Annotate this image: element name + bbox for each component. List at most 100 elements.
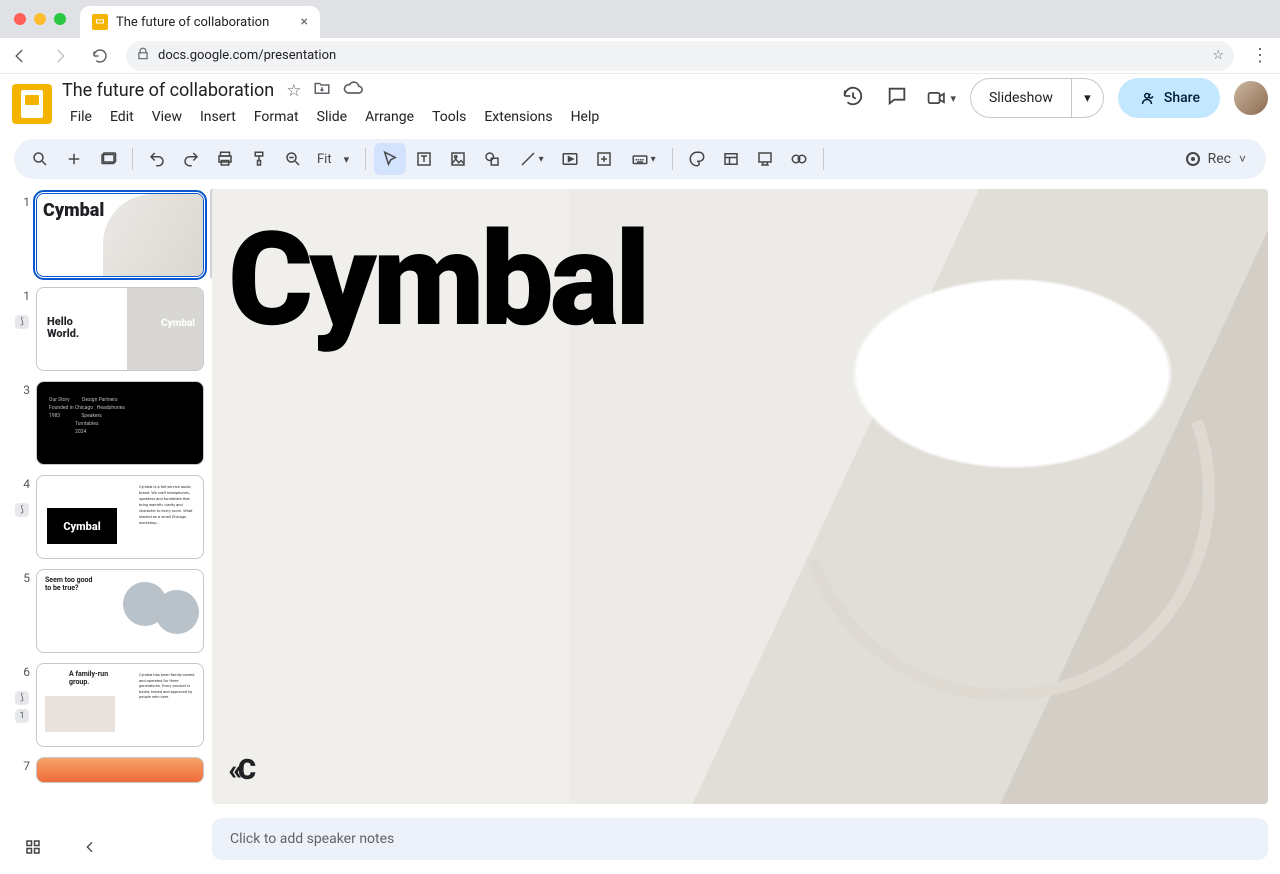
docbar: The future of collaboration ☆ FileEditVi… <box>0 74 1280 129</box>
insert-comment-button[interactable] <box>588 143 620 175</box>
redo-button[interactable] <box>175 143 207 175</box>
textbox-button[interactable] <box>408 143 440 175</box>
background-button[interactable] <box>681 143 713 175</box>
slide-title-text[interactable]: Cymbal <box>228 215 647 345</box>
link-badge-icon: ⟆ <box>15 691 29 705</box>
star-outline-icon[interactable]: ☆ <box>286 81 301 101</box>
toolbar-separator <box>365 148 366 170</box>
select-tool-button[interactable] <box>374 143 406 175</box>
slide-number: 7 <box>16 757 30 773</box>
chevron-down-icon: ˅ <box>1239 152 1246 166</box>
window-close-button[interactable] <box>14 13 26 25</box>
menu-tools[interactable]: Tools <box>424 105 474 129</box>
speaker-notes-input[interactable]: Click to add speaker notes <box>212 818 1268 860</box>
cloud-saved-icon[interactable] <box>343 78 363 103</box>
slide-logo-mark[interactable]: ‹‹C <box>228 753 252 786</box>
doc-header: The future of collaboration ☆ FileEditVi… <box>62 78 607 129</box>
theme-button[interactable] <box>749 143 781 175</box>
transition-button[interactable] <box>783 143 815 175</box>
insert-image-button[interactable] <box>442 143 474 175</box>
browser-menu-button[interactable]: ⋮ <box>1246 45 1274 66</box>
insert-shape-button[interactable] <box>476 143 508 175</box>
undo-button[interactable] <box>141 143 173 175</box>
chevron-down-icon: ▾ <box>344 153 350 166</box>
address-bar[interactable]: docs.google.com/presentation ☆ <box>126 41 1234 71</box>
slide-thumbnail[interactable]: 4⟆CymbalCymbal is a full-service audio b… <box>16 475 204 559</box>
paint-format-button[interactable] <box>243 143 275 175</box>
share-button[interactable]: Share <box>1118 78 1220 118</box>
thumbnail-canvas: Our Story Design Partners Founded in Chi… <box>36 381 204 465</box>
slide-thumbnail[interactable]: 3 Our Story Design Partners Founded in Ch… <box>16 381 204 465</box>
menu-bar: FileEditViewInsertFormatSlideArrangeTool… <box>62 105 607 129</box>
collapse-filmstrip-button[interactable] <box>82 839 98 859</box>
address-url: docs.google.com/presentation <box>158 48 336 63</box>
toolbar-separator <box>823 148 824 170</box>
menu-extensions[interactable]: Extensions <box>476 105 560 129</box>
slide-thumbnail[interactable]: 7 <box>16 757 204 783</box>
slide-thumbnail[interactable]: 1⟆HelloWorld.Cymbal <box>16 287 204 371</box>
slideshow-more-button[interactable]: ▾ <box>1071 79 1103 117</box>
layout-button[interactable] <box>715 143 747 175</box>
nav-reload-button[interactable] <box>86 42 114 70</box>
chevron-down-icon: ▾ <box>539 154 544 165</box>
slide-number: 1 <box>16 287 30 303</box>
slides-logo-icon[interactable] <box>12 84 52 124</box>
slide-thumbnail[interactable]: 6 ⟆ 1 A family-rungroup.Cymbal has been fam… <box>16 663 204 747</box>
record-dot-icon <box>1186 152 1200 166</box>
browser-tab[interactable]: ▭ The future of collaboration × <box>80 6 320 38</box>
nav-forward-button[interactable] <box>46 42 74 70</box>
zoom-select[interactable]: Fit ▾ <box>311 143 357 175</box>
new-slide-button[interactable] <box>58 143 90 175</box>
slide-thumbnail[interactable]: 5Seem too goodto be true? <box>16 569 204 653</box>
window-zoom-button[interactable] <box>54 13 66 25</box>
record-label: Rec <box>1208 151 1231 167</box>
history-icon[interactable] <box>838 85 868 112</box>
chevron-down-icon: ▾ <box>950 92 956 105</box>
slide-number: 1 <box>16 193 30 209</box>
slide-number: 4 <box>16 475 30 491</box>
tab-close-button[interactable]: × <box>301 14 308 30</box>
menu-slide[interactable]: Slide <box>309 105 355 129</box>
menu-format[interactable]: Format <box>246 105 307 129</box>
link-badge-icon: ⟆ <box>15 315 29 329</box>
nav-back-button[interactable] <box>6 42 34 70</box>
workspace: 1Cymbal1⟆HelloWorld.Cymbal3Our Story Des… <box>0 189 1280 874</box>
link-badge-icon: ⟆ <box>15 503 29 517</box>
menu-view[interactable]: View <box>144 105 190 129</box>
thumbnail-canvas: Seem too goodto be true? <box>36 569 204 653</box>
menu-arrange[interactable]: Arrange <box>357 105 422 129</box>
person-badge-icon: 1 <box>15 709 29 723</box>
insert-video-button[interactable] <box>554 143 586 175</box>
insert-line-button[interactable]: ▾ <box>510 143 552 175</box>
slide-number: 6 <box>16 663 30 679</box>
zoom-out-button[interactable] <box>277 143 309 175</box>
slide-thumbnail[interactable]: 1 Cymbal <box>16 193 204 277</box>
bookmark-star-icon[interactable]: ☆ <box>1212 48 1224 63</box>
slide-canvas[interactable]: Cymbal ‹‹C <box>212 189 1268 804</box>
slideshow-button[interactable]: Slideshow <box>971 79 1071 117</box>
thumbnail-canvas: Cymbal <box>36 193 204 277</box>
menu-edit[interactable]: Edit <box>102 105 142 129</box>
print-button[interactable] <box>209 143 241 175</box>
move-folder-icon[interactable] <box>313 79 331 102</box>
grid-view-button[interactable] <box>24 838 42 860</box>
slide-number: 3 <box>16 381 30 397</box>
new-slide-layout-button[interactable] <box>92 143 124 175</box>
filmstrip[interactable]: 1Cymbal1⟆HelloWorld.Cymbal3Our Story Des… <box>0 189 212 874</box>
menu-help[interactable]: Help <box>563 105 608 129</box>
menu-file[interactable]: File <box>62 105 100 129</box>
window-minimize-button[interactable] <box>34 13 46 25</box>
toolbar-separator <box>132 148 133 170</box>
menu-insert[interactable]: Insert <box>192 105 244 129</box>
doc-title[interactable]: The future of collaboration <box>62 80 274 101</box>
account-avatar[interactable] <box>1234 81 1268 115</box>
editor-column: ➤ Cymbal ‹‹C Click to add speaker notes <box>212 189 1280 874</box>
thumbnail-canvas <box>36 757 204 783</box>
record-button[interactable]: Rec ˅ <box>1176 151 1256 167</box>
thumbnail-canvas: A family-rungroup.Cymbal has been family… <box>36 663 204 747</box>
meet-button[interactable]: ▾ <box>926 87 956 109</box>
input-tools-button[interactable]: ▾ <box>622 143 664 175</box>
zoom-value: Fit <box>317 152 332 167</box>
comments-icon[interactable] <box>882 85 912 112</box>
search-menus-button[interactable] <box>24 143 56 175</box>
